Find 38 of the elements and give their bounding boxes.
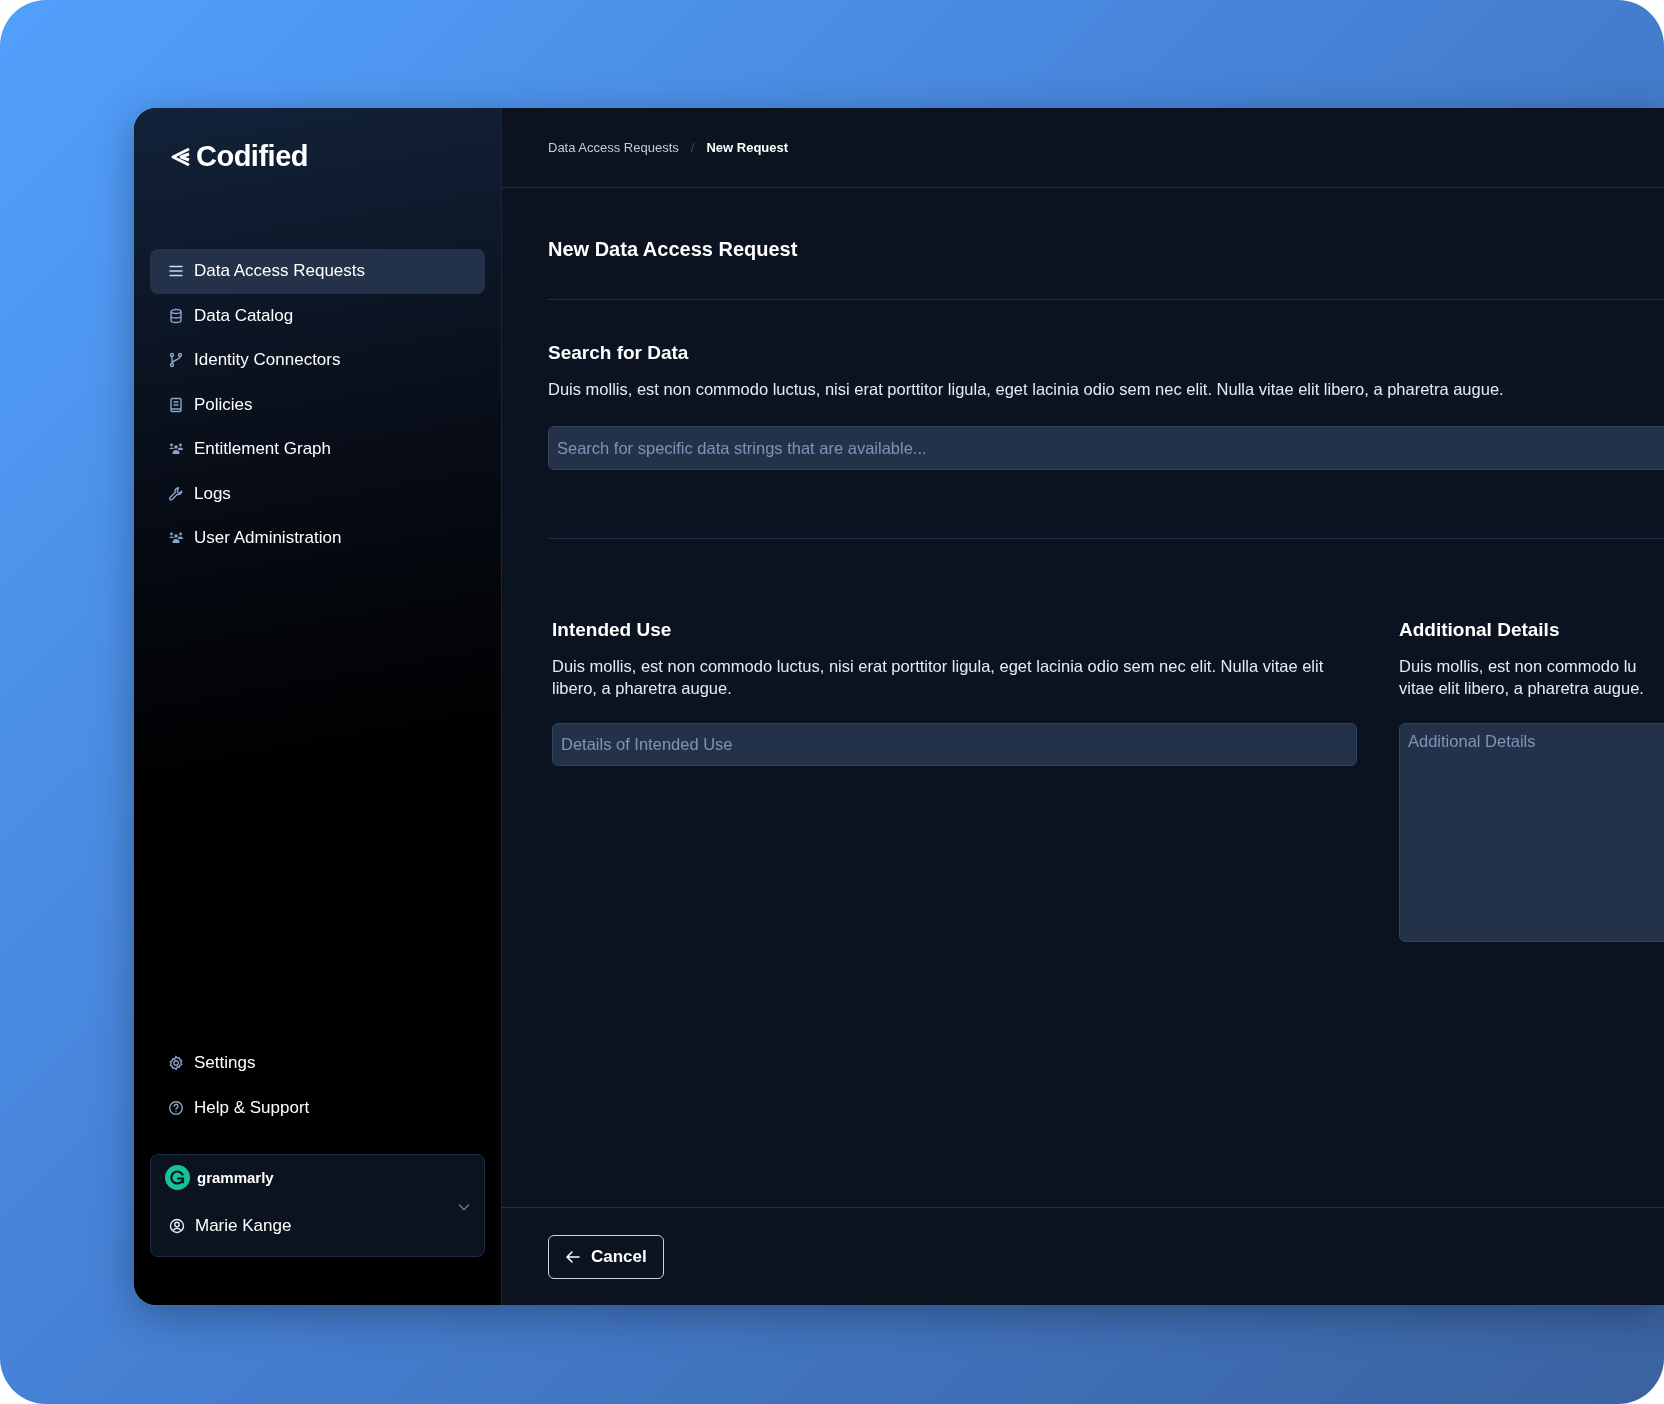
- search-field[interactable]: Search for specific data strings that are available...: [548, 426, 1664, 470]
- section-description: Duis mollis, est non commodo lu vitae elit libero, a pharetra augue.: [1399, 656, 1645, 699]
- help-icon: [168, 1099, 184, 1116]
- sidebar-item[interactable]: Data Access Requests: [150, 249, 485, 294]
- sidebar-item[interactable]: Entitlement Graph: [150, 427, 485, 472]
- sidebar-item[interactable]: Policies: [150, 382, 485, 427]
- intended-use-field[interactable]: Details of Intended Use: [552, 723, 1357, 766]
- breadcrumb-link[interactable]: New Request: [706, 140, 789, 155]
- sidebar-item[interactable]: User Administration: [150, 516, 485, 561]
- additional-details-field[interactable]: Additional Details: [1399, 723, 1664, 942]
- book-icon: [168, 396, 184, 413]
- page-title: New Data Access Request: [548, 238, 799, 261]
- chevron-down-icon: [458, 1203, 470, 1211]
- section-heading: Search for Data: [548, 342, 690, 364]
- cancel-button[interactable]: Cancel: [548, 1234, 664, 1279]
- breadcrumb-separator: /: [690, 140, 695, 155]
- breadcrumb-link[interactable]: Data Access Requests: [548, 140, 679, 155]
- section-heading: Additional Details: [1399, 619, 1561, 641]
- arrow-left-icon: [565, 1248, 581, 1265]
- sidebar-item[interactable]: Data Catalog: [150, 293, 485, 338]
- account-switcher[interactable]: grammarly Marie Kange: [150, 1154, 485, 1257]
- organization-name: grammarly: [197, 1169, 274, 1186]
- sidebar-item[interactable]: Settings: [150, 1041, 485, 1086]
- section-description: Duis mollis, est non commodo luctus, nisi erat porttitor ligula, eget lacinia odio sem nec elit. Nulla vitae elit libero, a pharetra augue.: [548, 379, 1505, 400]
- sidebar-item[interactable]: Identity Connectors: [150, 338, 485, 383]
- sidebar-item[interactable]: Logs: [150, 471, 485, 516]
- branch-icon: [168, 352, 184, 369]
- organization-logo-icon: [165, 1165, 190, 1190]
- section-description: Duis mollis, est non commodo luctus, nisi erat porttitor ligula, eget lacinia odio sem nec elit. Nulla vitae elit libero, a pharetra augue.: [552, 656, 1325, 699]
- logo-icon: [170, 145, 192, 168]
- settings-icon: [168, 1055, 184, 1072]
- database-icon: [168, 307, 184, 324]
- wrench-icon: [168, 485, 184, 502]
- user-name: Marie Kange: [195, 1216, 292, 1236]
- user-icon: [169, 1218, 185, 1234]
- section-heading: Intended Use: [552, 619, 673, 641]
- sidebar-item[interactable]: Help & Support: [150, 1085, 485, 1130]
- logo-text: Codified: [196, 140, 308, 173]
